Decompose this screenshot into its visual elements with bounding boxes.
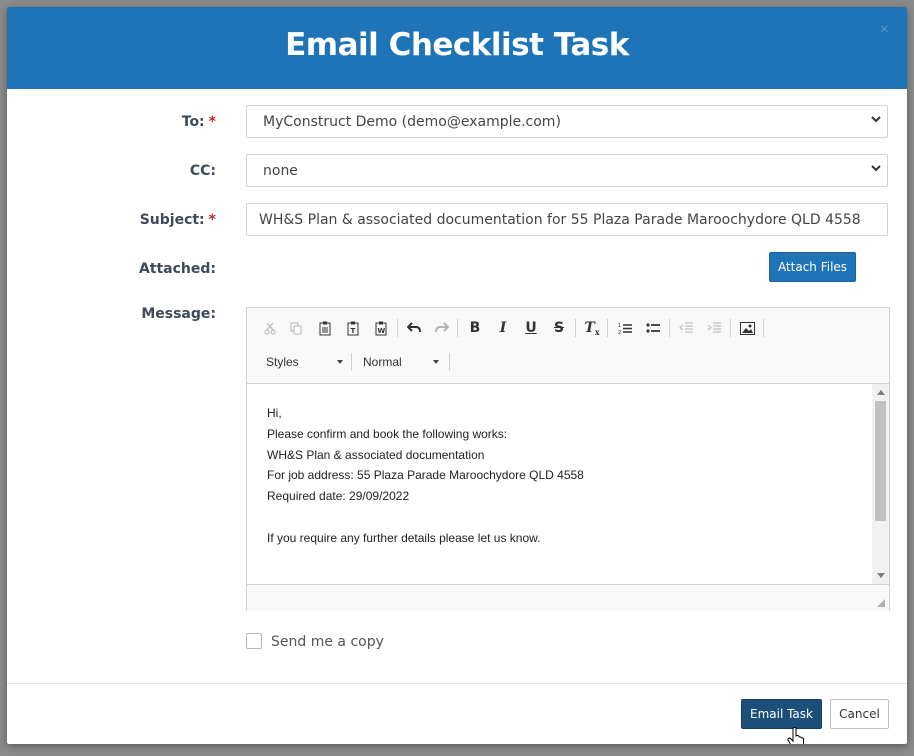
message-line: Required date: 29/09/2022 <box>267 489 410 503</box>
send-copy-label[interactable]: Send me a copy <box>271 634 384 650</box>
scroll-down-icon[interactable] <box>877 573 885 578</box>
copy-icon[interactable] <box>285 317 307 339</box>
subject-value: WH&S Plan & associated documentation for… <box>259 212 861 228</box>
to-select[interactable]: MyConstruct Demo (demo@example.com) <box>246 105 888 138</box>
toolbar-separator <box>730 319 731 337</box>
message-line: If you require any further details pleas… <box>267 531 541 545</box>
toolbar-separator <box>575 319 576 337</box>
message-scrollbar[interactable] <box>872 384 889 584</box>
send-copy-checkbox[interactable] <box>246 633 262 649</box>
modal-title: Email Checklist Task <box>285 27 629 63</box>
close-icon[interactable]: × <box>880 21 889 39</box>
email-task-modal: Email Checklist Task × To: * MyConstruct … <box>7 7 907 744</box>
paste-text-icon[interactable]: T <box>342 317 364 339</box>
message-line: Hi, <box>267 406 282 420</box>
svg-text:1: 1 <box>618 323 621 329</box>
svg-text:T: T <box>351 327 356 335</box>
outdent-icon[interactable] <box>675 317 697 339</box>
scroll-thumb[interactable] <box>875 401 886 521</box>
toolbar-separator <box>449 353 450 371</box>
paste-icon[interactable] <box>314 317 336 339</box>
cut-icon[interactable] <box>259 317 281 339</box>
toolbar-separator <box>457 319 458 337</box>
bold-icon[interactable]: B <box>464 317 486 339</box>
numbered-list-icon[interactable]: 12 <box>614 317 636 339</box>
scroll-up-icon[interactable] <box>877 390 885 395</box>
message-line: WH&S Plan & associated documentation <box>267 448 485 462</box>
paste-word-icon[interactable]: W <box>370 317 392 339</box>
strikethrough-icon[interactable]: S <box>548 317 570 339</box>
footer-divider <box>7 683 907 684</box>
italic-icon[interactable]: I <box>492 317 514 339</box>
cc-label: CC: <box>189 163 216 179</box>
toolbar-separator <box>607 319 608 337</box>
message-line: Please confirm and book the following wo… <box>267 427 508 441</box>
remove-format-icon[interactable]: Tx <box>581 317 603 339</box>
attach-files-button[interactable]: Attach Files <box>769 252 856 282</box>
message-line: For job address: 55 Plaza Parade Marooch… <box>267 468 584 482</box>
message-body[interactable]: Hi, Please confirm and book the followin… <box>247 384 872 584</box>
format-label: Normal <box>363 355 402 369</box>
email-task-button[interactable]: Email Task <box>741 699 822 729</box>
message-label: Message: <box>141 306 216 322</box>
resize-grip-icon[interactable] <box>877 599 885 607</box>
dropdown-arrow-icon <box>433 360 439 364</box>
redo-icon[interactable] <box>431 317 453 339</box>
chevron-down-icon <box>871 165 881 172</box>
chevron-down-icon <box>871 116 881 123</box>
editor-status-bar <box>247 584 889 611</box>
required-marker: * <box>208 212 216 228</box>
attached-label: Attached: <box>138 261 216 277</box>
toolbar-separator <box>763 319 764 337</box>
underline-icon[interactable]: U <box>520 317 542 339</box>
cc-select[interactable]: none <box>246 154 888 187</box>
format-dropdown[interactable]: Normal <box>355 350 447 374</box>
to-label: To: * <box>181 114 216 130</box>
toolbar-separator <box>351 353 352 371</box>
toolbar-separator <box>669 319 670 337</box>
cancel-button[interactable]: Cancel <box>830 699 889 729</box>
styles-dropdown[interactable]: Styles <box>257 350 349 374</box>
indent-icon[interactable] <box>703 317 725 339</box>
svg-text:2: 2 <box>618 330 621 335</box>
bulleted-list-icon[interactable] <box>642 317 664 339</box>
message-editor: T W B I U S Tx 12 Styles Normal Hi, Plea… <box>246 307 890 611</box>
undo-icon[interactable] <box>403 317 425 339</box>
editor-toolbar: T W B I U S Tx 12 Styles Normal <box>247 308 889 384</box>
svg-text:W: W <box>378 327 386 335</box>
dropdown-arrow-icon <box>337 360 343 364</box>
modal-header: Email Checklist Task × <box>7 7 907 89</box>
styles-label: Styles <box>266 355 299 369</box>
required-marker: * <box>208 114 216 130</box>
image-icon[interactable] <box>736 317 758 339</box>
hand-pointer-icon <box>787 727 804 744</box>
cc-value: none <box>263 163 298 179</box>
to-value: MyConstruct Demo (demo@example.com) <box>263 114 561 130</box>
subject-label: Subject: * <box>139 212 216 228</box>
toolbar-separator <box>397 319 398 337</box>
subject-input[interactable]: WH&S Plan & associated documentation for… <box>246 203 888 236</box>
